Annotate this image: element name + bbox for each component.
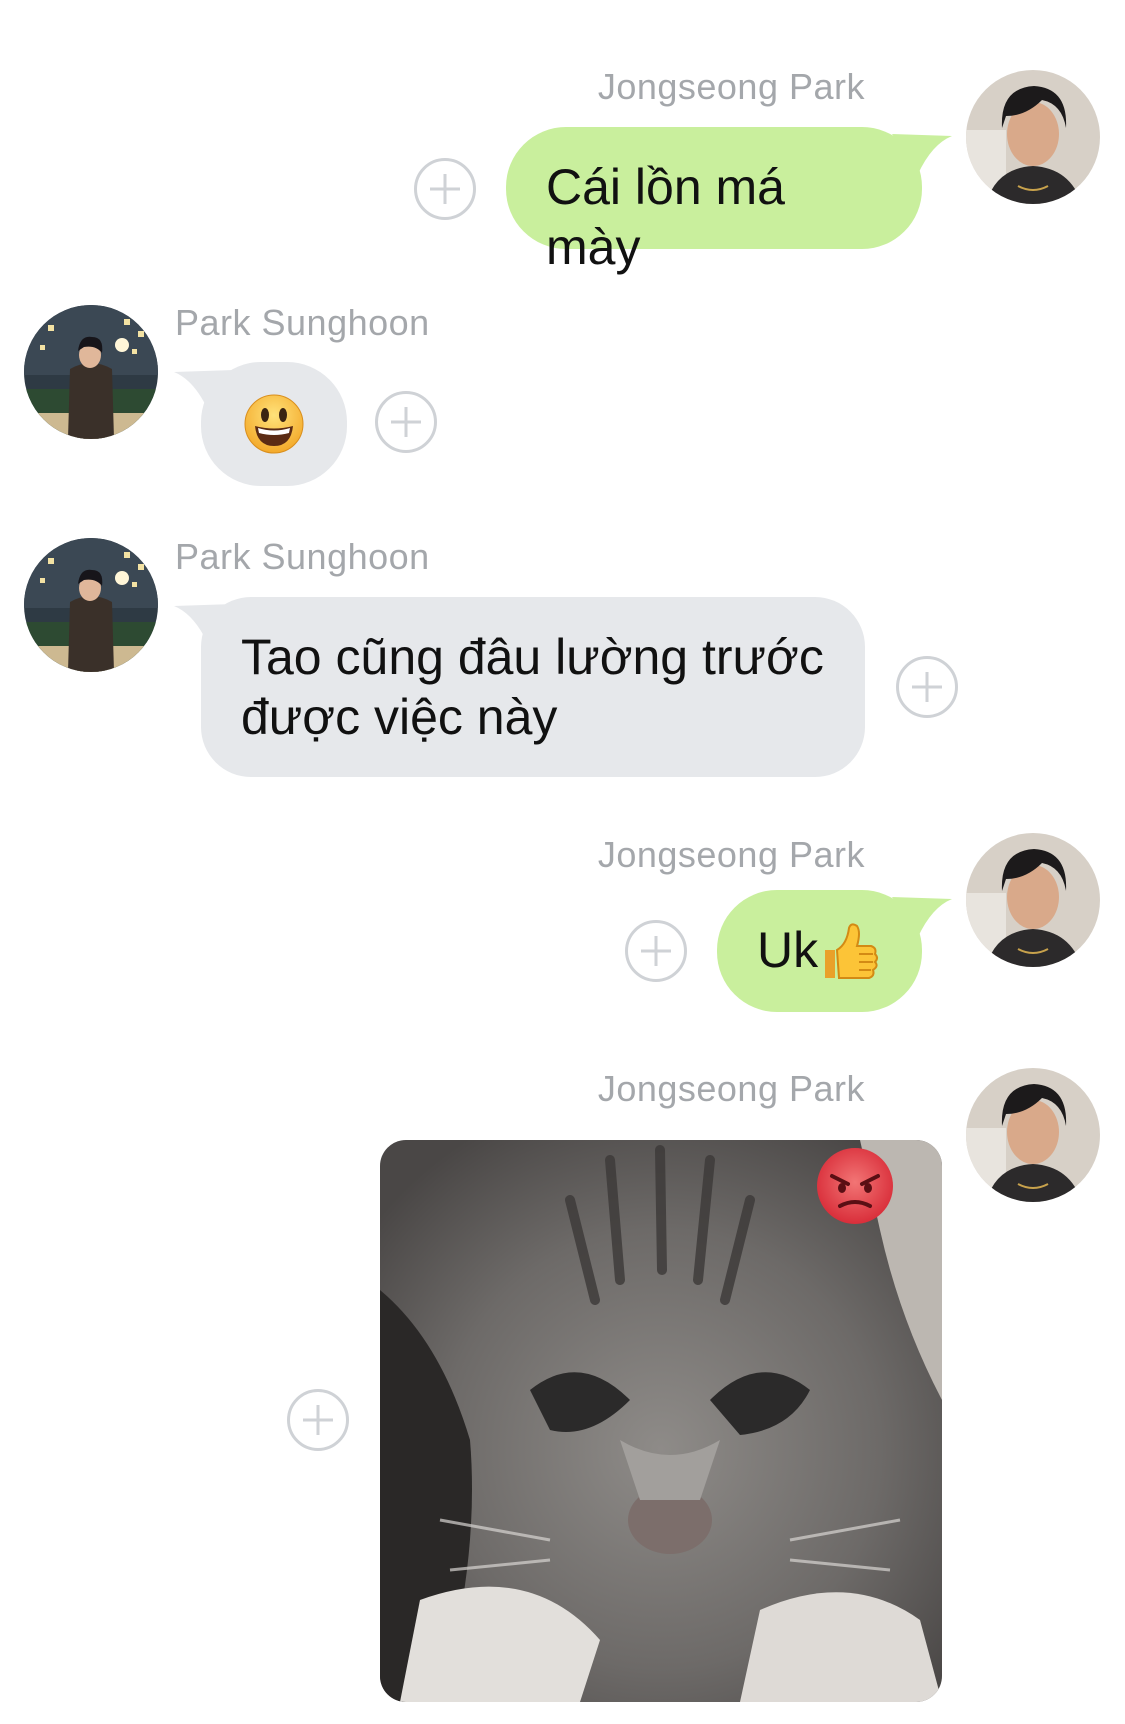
message-text-line: Tao cũng đâu lường trước bbox=[241, 629, 824, 685]
add-reaction-icon[interactable] bbox=[375, 391, 437, 453]
sender-name: Park Sunghoon bbox=[175, 536, 430, 577]
bubble-tail bbox=[892, 134, 952, 174]
sender-name: Park Sunghoon bbox=[175, 302, 430, 343]
message-text: Cái lồn má mày bbox=[546, 159, 785, 275]
sender-name: Jongseong Park bbox=[597, 66, 865, 107]
add-reaction-icon[interactable] bbox=[896, 656, 958, 718]
add-reaction-icon[interactable] bbox=[414, 158, 476, 220]
angry-kitten-photo[interactable] bbox=[380, 1140, 942, 1702]
jongseong-avatar[interactable] bbox=[966, 1068, 1100, 1202]
pouting-face-emoji bbox=[817, 1148, 893, 1224]
sunghoon-avatar[interactable] bbox=[24, 538, 158, 672]
message-bubble-outgoing[interactable]: Cái lồn má mày bbox=[506, 127, 922, 275]
sender-name: Jongseong Park bbox=[597, 834, 865, 875]
message-bubble-incoming[interactable] bbox=[201, 362, 347, 486]
jongseong-avatar[interactable] bbox=[966, 70, 1100, 204]
sender-name: Jongseong Park bbox=[597, 1068, 865, 1109]
sunghoon-avatar[interactable] bbox=[24, 305, 158, 439]
thumbs-up-emoji bbox=[825, 923, 878, 979]
bubble-tail bbox=[892, 897, 952, 937]
message-text-line: được việc này bbox=[241, 689, 558, 745]
message-bubble-incoming[interactable]: Tao cũng đâu lường trước được việc này bbox=[201, 597, 865, 777]
add-reaction-icon[interactable] bbox=[625, 920, 687, 982]
add-reaction-icon[interactable] bbox=[287, 1389, 349, 1451]
message-text: Uk bbox=[757, 922, 819, 978]
grinning-face-emoji bbox=[244, 394, 304, 454]
jongseong-avatar[interactable] bbox=[966, 833, 1100, 967]
